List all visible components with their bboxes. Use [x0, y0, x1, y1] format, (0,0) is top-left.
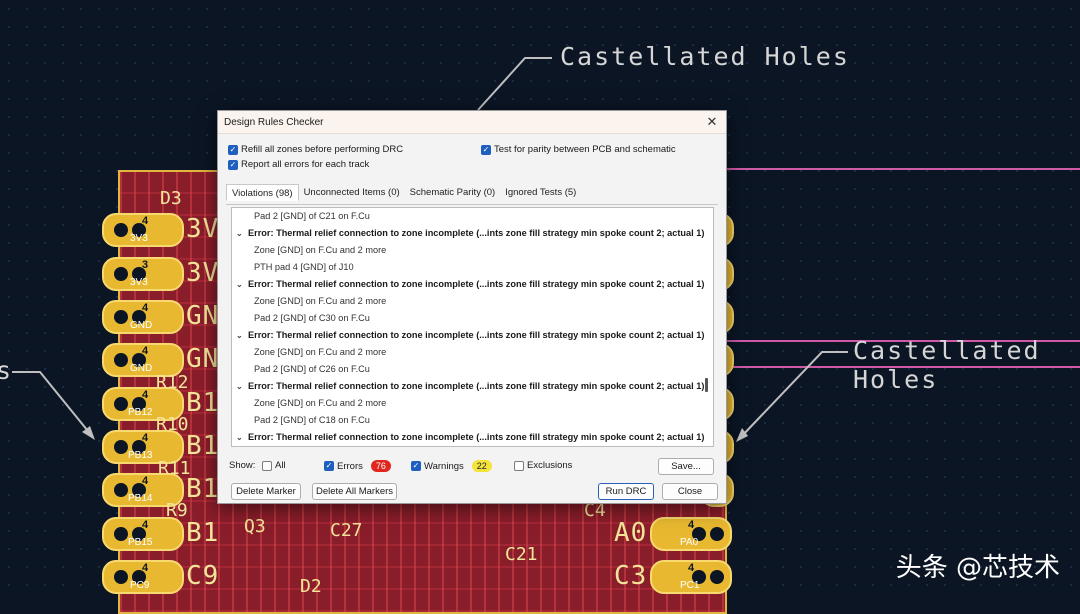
option-label: Refill all zones before performing DRC	[241, 144, 404, 155]
violation-text: Pad 2 [GND] of C18 on F.Cu	[254, 415, 370, 425]
chevron-down-icon[interactable]: ⌄	[236, 276, 248, 293]
tab-schematic-parity[interactable]: Schematic Parity (0)	[405, 184, 501, 201]
tab-unconnected-items[interactable]: Unconnected Items (0)	[299, 184, 405, 201]
dialog-tabs: Violations (98) Unconnected Items (0) Sc…	[226, 184, 718, 205]
checkbox-checked-icon: ✓	[324, 461, 334, 471]
violation-item-row[interactable]: PTH pad 4 [GND] of J10	[232, 259, 713, 276]
option-label: Warnings	[424, 460, 464, 472]
checkbox-unchecked-icon	[514, 460, 524, 471]
violation-error-row[interactable]: ⌄ Error: Thermal relief connection to zon…	[232, 429, 713, 446]
close-button[interactable]: Close	[662, 483, 718, 500]
violation-text: Zone [GND] on F.Cu and 2 more	[254, 398, 387, 408]
refill-zones-checkbox[interactable]: ✓ Refill all zones before performing DRC	[228, 144, 403, 155]
option-label: All	[275, 460, 286, 471]
warnings-count-badge: 22	[471, 460, 492, 472]
checkbox-checked-icon: ✓	[228, 144, 238, 155]
violation-error-row[interactable]: ⌄ Error: Thermal relief connection to zon…	[232, 327, 713, 344]
checkbox-checked-icon: ✓	[481, 144, 491, 155]
checkbox-checked-icon: ✓	[228, 159, 238, 170]
option-label: Errors	[337, 460, 363, 472]
violation-item-row[interactable]: Zone [GND] on F.Cu and 2 more	[232, 344, 713, 361]
watermark: 头条 @芯技术	[895, 553, 1060, 583]
chevron-down-icon[interactable]: ⌄	[236, 429, 248, 446]
chevron-down-icon[interactable]: ⌄	[236, 327, 248, 344]
report-all-errors-checkbox[interactable]: ✓ Report all errors for each track	[228, 159, 369, 170]
show-warnings-checkbox[interactable]: ✓ Warnings 22	[411, 460, 492, 472]
violation-text: Zone [GND] on F.Cu and 2 more	[254, 347, 387, 357]
option-label: Exclusions	[527, 460, 573, 471]
checkbox-checked-icon: ✓	[411, 461, 421, 471]
violation-error-row[interactable]: ⌄ Error: Thermal relief connection to zon…	[232, 276, 713, 293]
dialog-titlebar[interactable]: Design Rules Checker ✕	[218, 111, 726, 134]
checkbox-unchecked-icon	[262, 460, 272, 471]
chevron-down-icon[interactable]: ⌄	[236, 378, 248, 395]
tab-ignored-tests[interactable]: Ignored Tests (5)	[500, 184, 581, 201]
violation-error-row[interactable]: ⌄ Error: Thermal relief connection to zon…	[232, 378, 713, 395]
violation-item-row[interactable]: Pad 2 [GND] of C21 on F.Cu	[232, 208, 713, 225]
violation-error-row[interactable]: ⌄ Error: Thermal relief connection to zon…	[232, 225, 713, 242]
violation-text: Error: Thermal relief connection to zone…	[248, 330, 705, 340]
violation-text: Error: Thermal relief connection to zone…	[248, 228, 705, 238]
violation-item-row[interactable]: Pad 2 [GND] of C18 on F.Cu	[232, 412, 713, 429]
annotation-castellated-top: Castellated Holes	[560, 42, 850, 71]
drc-dialog: Design Rules Checker ✕ ✓ Refill all zone…	[217, 110, 727, 504]
run-drc-button[interactable]: Run DRC	[598, 483, 654, 500]
errors-count-badge: 76	[370, 460, 391, 472]
scrollbar-thumb[interactable]	[705, 378, 708, 392]
show-exclusions-checkbox[interactable]: Exclusions	[514, 460, 572, 471]
delete-all-markers-button[interactable]: Delete All Markers	[312, 483, 397, 500]
violation-text: Zone [GND] on F.Cu and 2 more	[254, 296, 387, 306]
option-label: Test for parity between PCB and schemati…	[494, 144, 676, 155]
violation-item-row[interactable]: Zone [GND] on F.Cu and 2 more	[232, 395, 713, 412]
save-button[interactable]: Save...	[658, 458, 714, 475]
violation-text: Pad 2 [GND] of C26 on F.Cu	[254, 364, 370, 374]
show-filter-bar: Show: All ✓ Errors 76 ✓ Warnings 22 Excl…	[229, 457, 719, 475]
violation-text: Pad 2 [GND] of C30 on F.Cu	[254, 313, 370, 323]
violation-text: Error: Thermal relief connection to zone…	[248, 279, 705, 289]
close-icon[interactable]: ✕	[704, 114, 720, 130]
violation-item-row[interactable]: Zone [GND] on F.Cu and 2 more	[232, 293, 713, 310]
violation-text: PTH pad 4 [GND] of J10	[254, 262, 354, 272]
violation-item-row[interactable]: Pad 2 [GND] of C26 on F.Cu	[232, 361, 713, 378]
dialog-title: Design Rules Checker	[224, 116, 324, 128]
violation-text: Error: Thermal relief connection to zone…	[248, 432, 705, 442]
show-label: Show:	[229, 460, 256, 471]
violation-text: Zone [GND] on F.Cu and 2 more	[254, 245, 387, 255]
option-label: Report all errors for each track	[241, 159, 370, 170]
violations-list[interactable]: Pad 2 [GND] of C21 on F.Cu ⌄ Error: Therma…	[231, 207, 714, 447]
annotation-castellated-right: Castellated Holes	[853, 336, 1041, 394]
violation-text: Error: Thermal relief connection to zone…	[248, 381, 705, 391]
delete-marker-button[interactable]: Delete Marker	[231, 483, 301, 500]
show-all-checkbox[interactable]: All	[262, 460, 286, 471]
violation-item-row[interactable]: Zone [GND] on F.Cu and 2 more	[232, 242, 713, 259]
violation-text: Pad 2 [GND] of C21 on F.Cu	[254, 211, 370, 221]
show-errors-checkbox[interactable]: ✓ Errors 76	[324, 460, 391, 472]
violation-item-row[interactable]: Pad 2 [GND] of C30 on F.Cu	[232, 310, 713, 327]
chevron-down-icon[interactable]: ⌄	[236, 225, 248, 242]
annotation-castellated-left: s	[0, 356, 14, 385]
parity-test-checkbox[interactable]: ✓ Test for parity between PCB and schema…	[481, 144, 676, 155]
tab-violations[interactable]: Violations (98)	[226, 184, 299, 201]
